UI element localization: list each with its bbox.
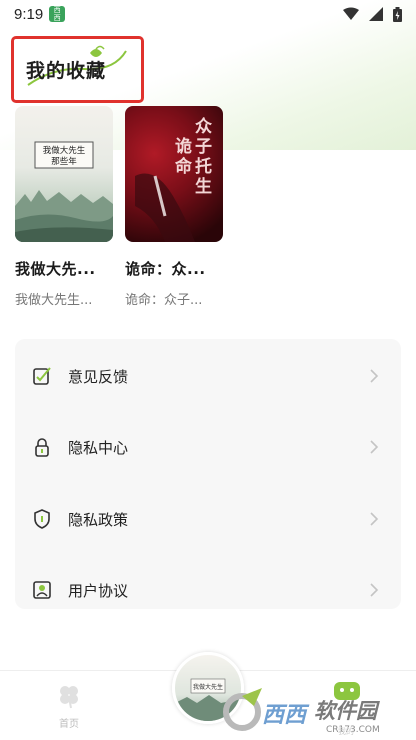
shield-icon <box>34 509 50 529</box>
lock-icon <box>35 438 49 457</box>
book-subtitle: 诡命：众子... <box>125 293 203 308</box>
red-cover-illustration: 众 子 托 生 诡 命 <box>135 116 213 242</box>
watermark-site-name: 软件园 <box>314 699 380 723</box>
menu-label: 用户协议 <box>68 581 129 600</box>
favorites-title-highlight: 我的收藏 <box>11 36 144 103</box>
tab-mine-label: 我的 <box>338 726 354 736</box>
book-title: 诡命：众... <box>125 260 206 278</box>
feedback-icon <box>33 367 51 385</box>
chevron-right-icon <box>370 440 379 454</box>
tab-home-label: 首页 <box>59 719 79 730</box>
cover-text-8: 命 <box>174 156 193 177</box>
menu-item-privacy-policy[interactable]: 隐私政策 <box>15 499 401 539</box>
book-subtitle: 我做大先生... <box>15 293 93 308</box>
status-time: 9:19 <box>14 5 44 23</box>
page-title: 我的收藏 <box>26 60 107 82</box>
menu-item-privacy-center[interactable]: 隐私中心 <box>15 427 401 467</box>
favorite-book-1[interactable]: 我做大先生 那些年 我做大先... 我做大先生... <box>15 106 115 308</box>
tab-home[interactable]: 首页 <box>46 683 92 730</box>
app-icon: 西西 <box>49 6 66 22</box>
cover-text-4: 子 <box>195 137 212 157</box>
menu-item-user-agreement[interactable]: 用户协议 <box>15 570 401 609</box>
book-cover[interactable]: 我做大先生 那些年 <box>15 106 113 242</box>
cr173-watermark: 西西 软件园 CR173.COM 我的 <box>223 682 380 736</box>
status-bar: 9:19 西西 <box>0 0 416 28</box>
chevron-right-icon <box>370 369 379 383</box>
menu-label: 隐私中心 <box>68 438 129 457</box>
cover-text-6: 生 <box>195 176 212 197</box>
disc-text: 我做大先生 <box>193 683 223 691</box>
chevron-right-icon <box>370 583 379 597</box>
cover-text-3: 众 <box>195 116 213 137</box>
cover-text-7: 诡 <box>175 136 192 157</box>
agreement-icon <box>33 581 51 599</box>
cover-text-1: 我做大先生 <box>43 145 86 156</box>
signal-icon <box>369 7 383 21</box>
chevron-right-icon <box>370 512 379 526</box>
watermark-logo: 西西 软件园 CR173.COM 我的 <box>222 680 416 740</box>
wifi-icon <box>343 7 359 20</box>
favorite-book-2[interactable]: 众 子 托 生 诡 命 诡命：众... 诡命：众子... <box>125 106 225 308</box>
cover-text-2: 那些年 <box>51 156 77 167</box>
settings-menu: 意见反馈 隐私中心 隐私政策 用户协议 <box>15 339 401 609</box>
cover-text-5: 托 <box>195 156 212 177</box>
status-icons <box>343 6 402 22</box>
clover-icon <box>60 686 78 709</box>
watermark-brand: 西西 <box>262 703 310 728</box>
book-cover[interactable]: 众 子 托 生 诡 命 <box>125 106 223 242</box>
menu-label: 隐私政策 <box>68 510 129 529</box>
menu-item-feedback[interactable]: 意见反馈 <box>15 356 401 396</box>
menu-label: 意见反馈 <box>68 367 129 386</box>
landscape-illustration: 我做大先生 那些年 <box>15 141 113 242</box>
book-title: 我做大先... <box>15 260 96 278</box>
battery-icon <box>393 6 402 22</box>
